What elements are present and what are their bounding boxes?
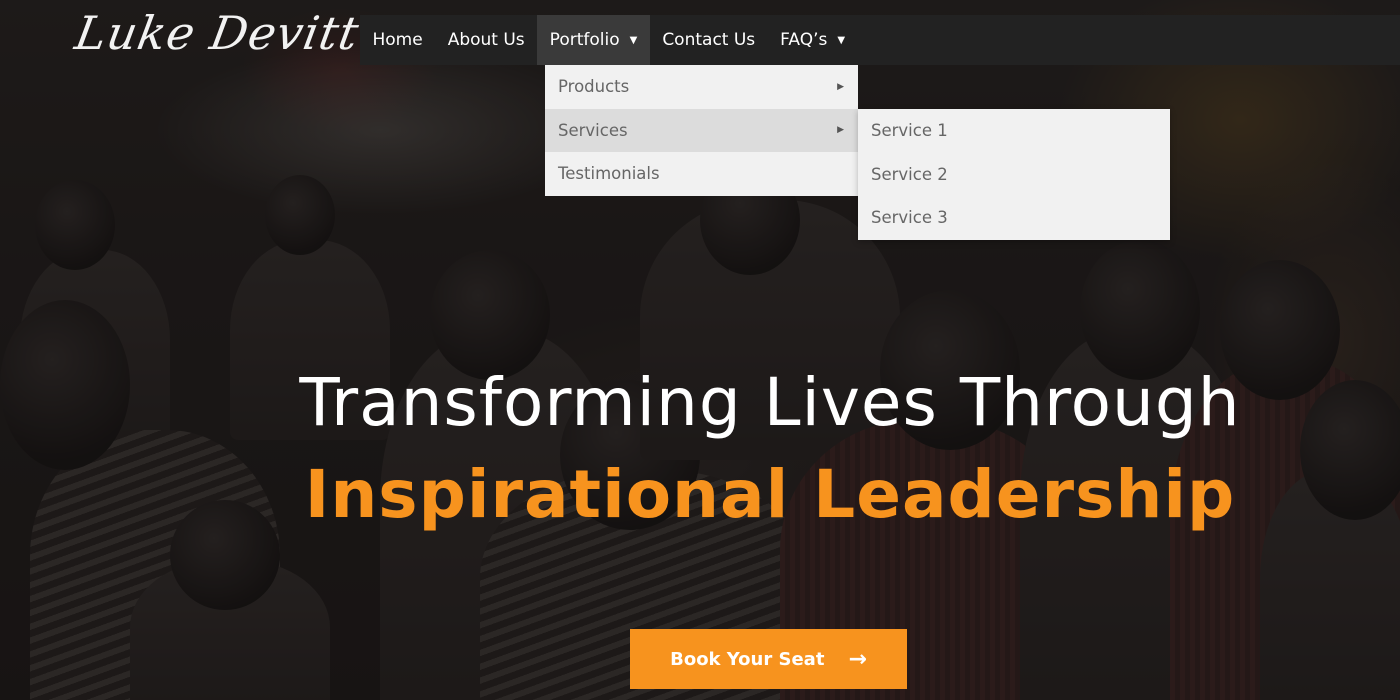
hero-heading-line2: Inspirational Leadership — [304, 456, 1236, 533]
main-nav: Home About Us Portfolio ▼ Contact Us FAQ… — [360, 15, 1400, 65]
nav-item-contact[interactable]: Contact Us — [650, 15, 768, 65]
nav-item-home-label: Home — [372, 30, 423, 50]
caret-right-icon: ▶ — [837, 125, 844, 136]
book-your-seat-label: Book Your Seat — [670, 648, 825, 670]
nav-item-about[interactable]: About Us — [435, 15, 537, 65]
hero-heading-line1: Transforming Lives Through — [299, 364, 1241, 441]
submenu-item-service-3[interactable]: Service 3 — [858, 196, 1170, 240]
site-logo[interactable]: Luke Devitt — [71, 6, 363, 60]
nav-item-faq[interactable]: FAQ’s ▼ — [768, 15, 858, 65]
nav-item-home[interactable]: Home — [360, 15, 435, 65]
dropdown-item-services[interactable]: Services ▶ — [545, 108, 858, 152]
services-submenu: Service 1 Service 2 Service 3 — [858, 109, 1170, 240]
dropdown-item-testimonials[interactable]: Testimonials — [545, 152, 858, 196]
dropdown-item-label: Services — [558, 120, 628, 140]
nav-item-about-label: About Us — [447, 30, 525, 50]
nav-item-contact-label: Contact Us — [662, 30, 756, 50]
book-your-seat-button[interactable]: Book Your Seat → — [630, 629, 907, 689]
caret-down-icon: ▼ — [837, 34, 846, 46]
dropdown-item-label: Testimonials — [558, 164, 660, 184]
nav-item-portfolio-label: Portfolio — [549, 30, 620, 50]
caret-down-icon: ▼ — [629, 34, 638, 46]
nav-item-portfolio[interactable]: Portfolio ▼ — [537, 15, 650, 65]
portfolio-dropdown: Products ▶ Services ▶ Testimonials — [545, 65, 858, 196]
submenu-item-service-2[interactable]: Service 2 — [858, 153, 1170, 197]
nav-item-faq-label: FAQ’s — [780, 30, 828, 50]
caret-right-icon: ▶ — [837, 81, 844, 92]
submenu-item-service-1[interactable]: Service 1 — [858, 109, 1170, 153]
dropdown-item-products[interactable]: Products ▶ — [545, 65, 858, 109]
arrow-right-icon: → — [848, 646, 867, 672]
dropdown-item-label: Products — [558, 77, 630, 97]
